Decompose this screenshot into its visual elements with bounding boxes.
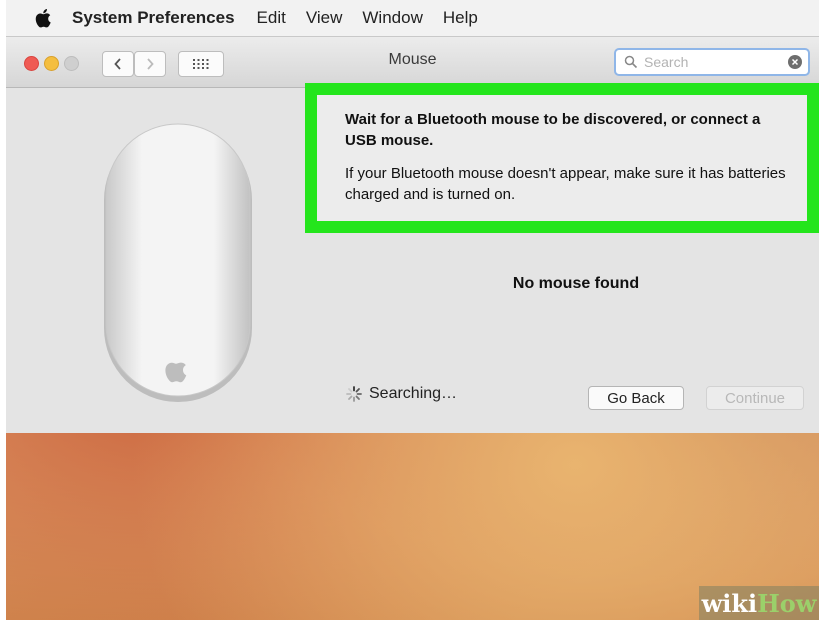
- menu-window[interactable]: Window: [362, 8, 422, 28]
- wikihow-watermark: wiki How: [699, 586, 819, 620]
- mouse-preferences-window: Mouse Search Wait for a Bluetooth mouse …: [6, 37, 819, 433]
- instruction-panel: Wait for a Bluetooth mouse to be discove…: [317, 95, 807, 221]
- search-icon: [624, 55, 638, 69]
- menu-app-name[interactable]: System Preferences: [72, 8, 235, 28]
- apple-logo-icon[interactable]: [34, 7, 54, 29]
- menu-view[interactable]: View: [306, 8, 343, 28]
- searching-label: Searching…: [369, 385, 458, 402]
- continue-button[interactable]: Continue: [706, 386, 804, 410]
- window-titlebar: Mouse: [6, 37, 819, 88]
- menu-bar: System Preferences Edit View Window Help: [6, 0, 819, 37]
- no-mouse-status: No mouse found: [512, 275, 640, 292]
- menu-edit[interactable]: Edit: [257, 8, 286, 28]
- menu-help[interactable]: Help: [443, 8, 478, 28]
- instruction-callout: Wait for a Bluetooth mouse to be discove…: [305, 83, 819, 233]
- spinner-icon: [346, 386, 362, 402]
- search-field[interactable]: [614, 48, 810, 76]
- instruction-body: If your Bluetooth mouse doesn't appear, …: [345, 165, 786, 203]
- search-input[interactable]: [642, 53, 786, 71]
- clear-icon[interactable]: [788, 55, 802, 69]
- watermark-how: How: [757, 588, 817, 618]
- screenshot-frame: System Preferences Edit View Window Help: [6, 0, 819, 620]
- searching-status: Searching…: [345, 385, 457, 403]
- watermark-wiki: wiki: [701, 588, 758, 618]
- go-back-button[interactable]: Go Back: [588, 386, 684, 410]
- magic-mouse-illustration: [104, 123, 252, 402]
- apple-logo-icon: [165, 362, 187, 383]
- instruction-heading: Wait for a Bluetooth mouse to be discove…: [345, 111, 761, 149]
